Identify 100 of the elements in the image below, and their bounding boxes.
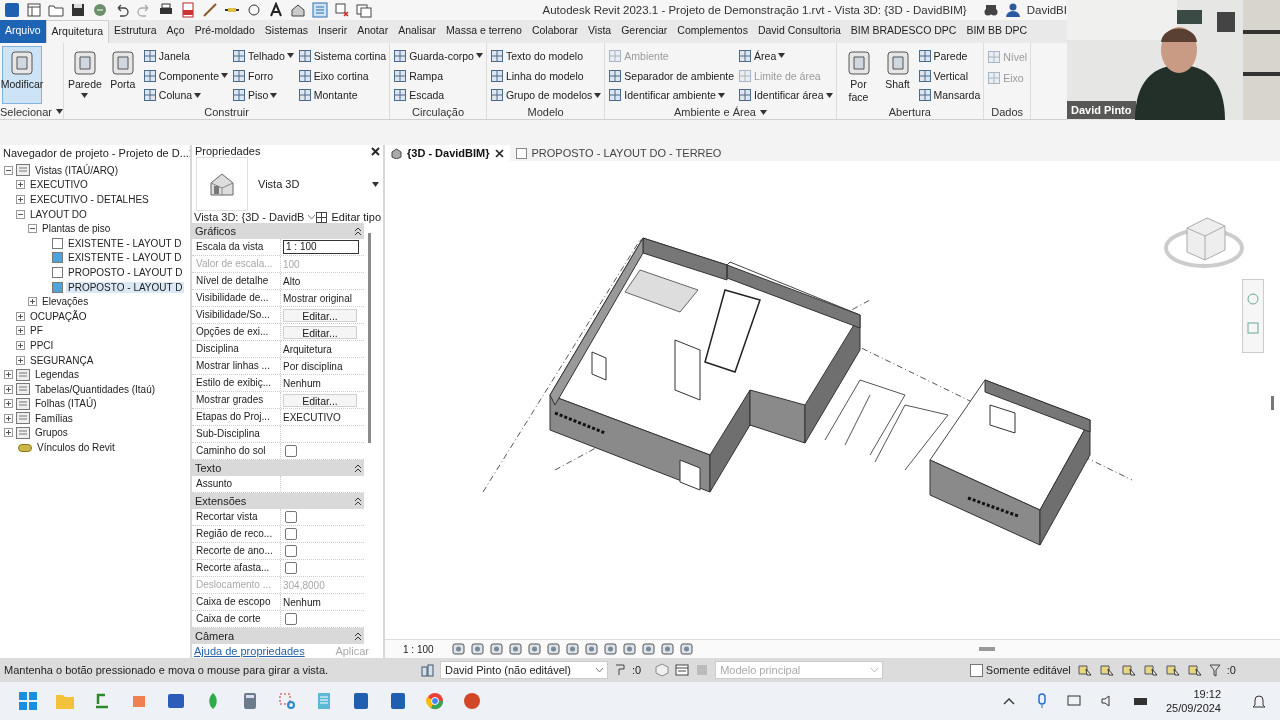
- expand-icon[interactable]: [4, 399, 13, 409]
- ribbon-tab[interactable]: David Consultoria: [752, 20, 846, 43]
- caret-icon[interactable]: [759, 109, 767, 115]
- ribbon-button[interactable]: Shaft: [880, 46, 915, 105]
- ribbon-tab[interactable]: Gerenciar: [616, 20, 673, 43]
- checkbox[interactable]: [285, 445, 297, 457]
- expand-icon[interactable]: [4, 370, 13, 380]
- tree-item[interactable]: Folhas (ITAÚ): [33, 398, 99, 410]
- expand-icon[interactable]: [16, 311, 25, 321]
- ribbon-button[interactable]: Montante: [296, 85, 388, 105]
- tree-item[interactable]: EXECUTIVO - DETALHES: [28, 194, 151, 205]
- ribbon-button[interactable]: Coluna: [141, 85, 229, 105]
- ribbon-button[interactable]: Componente: [141, 65, 229, 86]
- expand-icon[interactable]: [16, 180, 25, 190]
- ribbon-button[interactable]: Linha do modelo: [488, 65, 603, 86]
- edit-button[interactable]: Editar...: [283, 325, 357, 339]
- tree-item[interactable]: PPCI: [28, 339, 56, 351]
- ribbon-button[interactable]: Guarda-corpo: [392, 46, 484, 66]
- ribbon-button[interactable]: Sistema cortina: [296, 46, 388, 66]
- checkbox[interactable]: [285, 562, 297, 574]
- app-icon[interactable]: [388, 691, 408, 711]
- ribbon-tab[interactable]: Colaborar: [526, 20, 584, 43]
- ribbon-tab[interactable]: Arquitetura: [45, 20, 109, 43]
- caret-icon[interactable]: [56, 109, 63, 115]
- collapse-icon[interactable]: [355, 227, 361, 235]
- ribbon-button[interactable]: Forro: [230, 65, 295, 86]
- ribbon-tab[interactable]: Vista: [583, 20, 617, 43]
- tree-item[interactable]: EXISTENTE - LAYOUT D: [66, 237, 184, 249]
- close-icon[interactable]: [371, 146, 380, 156]
- ribbon-button[interactable]: Mansarda: [916, 85, 982, 105]
- folder-icon[interactable]: [48, 2, 64, 18]
- tree-item[interactable]: Tabelas/Quantidades (Itaú): [33, 383, 158, 395]
- ribbon-tab[interactable]: Aço: [161, 20, 190, 43]
- ribbon-tab[interactable]: BIM BB DPC: [961, 20, 1033, 43]
- user-name[interactable]: DavidBI: [1026, 4, 1067, 16]
- ribbon-tab[interactable]: Massa e terreno: [441, 20, 527, 43]
- text-icon[interactable]: [268, 2, 284, 18]
- filter-icon[interactable]: [1208, 663, 1221, 677]
- expand-icon[interactable]: [16, 340, 25, 350]
- expand-icon[interactable]: [4, 413, 13, 423]
- caret-icon[interactable]: [372, 181, 379, 187]
- browser-icon[interactable]: [425, 691, 445, 711]
- checkbox[interactable]: [969, 663, 983, 677]
- expand-icon[interactable]: [4, 384, 13, 394]
- app-logo-icon[interactable]: [4, 2, 20, 18]
- ribbon-button[interactable]: Identificar ambiente: [607, 85, 736, 105]
- tree-item[interactable]: Grupos: [33, 427, 70, 439]
- ribbon-button[interactable]: Vertical: [916, 65, 982, 86]
- collapse-icon[interactable]: [355, 464, 361, 472]
- ribbon-button[interactable]: Janela: [141, 46, 229, 66]
- checkbox[interactable]: [285, 545, 297, 557]
- tree-item[interactable]: Legendas: [33, 369, 81, 381]
- edit-type-button[interactable]: Editar tipo: [316, 211, 381, 223]
- scrollbar-thumb[interactable]: [979, 647, 995, 651]
- tree-item[interactable]: EXISTENTE - LAYOUT D: [66, 252, 184, 264]
- ribbon-button[interactable]: Por face: [838, 46, 879, 105]
- view-tab[interactable]: PROPOSTO - LAYOUT DO - TERREO: [509, 145, 728, 161]
- collapse-icon[interactable]: [16, 209, 25, 219]
- file-menu-tab[interactable]: Arquivo: [0, 20, 46, 43]
- ribbon-button[interactable]: Área: [737, 46, 834, 66]
- tree-item[interactable]: Famílias: [33, 412, 75, 424]
- worksets-icon[interactable]: [420, 663, 434, 677]
- user-icon[interactable]: [1004, 2, 1021, 18]
- expand-icon[interactable]: [4, 428, 13, 438]
- ribbon-button[interactable]: Piso: [230, 85, 295, 105]
- ribbon-button[interactable]: Modificar: [2, 46, 42, 105]
- tree-item[interactable]: EXECUTIVO: [28, 179, 90, 191]
- view-tab[interactable]: {3D - DavidBIM}: [385, 145, 510, 161]
- collapse-icon[interactable]: [28, 224, 37, 234]
- clock[interactable]: 19:12 25/09/2024: [1165, 687, 1221, 715]
- ribbon-button[interactable]: Identificar área: [737, 85, 834, 105]
- scrollbar-thumb[interactable]: [367, 233, 371, 443]
- ribbon-button[interactable]: Separador de ambiente: [607, 65, 736, 86]
- design-options-icon[interactable]: [675, 663, 690, 677]
- monitor-icon[interactable]: [1066, 693, 1083, 709]
- tree-item[interactable]: Plantas de piso: [40, 223, 113, 235]
- ribbon-tab[interactable]: Anotar: [352, 20, 394, 43]
- instance-dropdown[interactable]: Vista 3D: {3D - DavidB: [194, 211, 316, 223]
- ribbon-button[interactable]: Parede: [66, 46, 104, 105]
- ribbon-button[interactable]: Escada: [392, 85, 484, 105]
- word-icon[interactable]: [166, 691, 186, 711]
- edit-button[interactable]: Editar...: [283, 393, 357, 407]
- tree-item[interactable]: PROPOSTO - LAYOUT D: [66, 266, 185, 278]
- presentation-icon[interactable]: [462, 691, 482, 711]
- house-icon[interactable]: [290, 2, 306, 18]
- scale-label[interactable]: 1 : 100: [403, 643, 434, 655]
- ribbon-button[interactable]: Eixo cortina: [296, 65, 388, 86]
- notification-bell-icon[interactable]: [1252, 693, 1266, 709]
- expand-icon[interactable]: [28, 297, 37, 307]
- ribbon-tab[interactable]: Inserir: [313, 20, 353, 43]
- tree-item[interactable]: PF: [28, 325, 45, 337]
- ribbon-button[interactable]: Telhado: [230, 46, 295, 66]
- scrollbar-thumb[interactable]: [1271, 396, 1274, 410]
- ribbon-button[interactable]: Parede: [916, 46, 982, 66]
- app-icon[interactable]: [351, 691, 371, 711]
- ribbon-tab[interactable]: Estrutura: [109, 20, 162, 43]
- pdf-icon[interactable]: [180, 2, 196, 18]
- collapse-icon[interactable]: [355, 632, 361, 640]
- tree-item[interactable]: PROPOSTO - LAYOUT D: [66, 281, 185, 293]
- ribbon-tab[interactable]: Complementos: [672, 20, 753, 43]
